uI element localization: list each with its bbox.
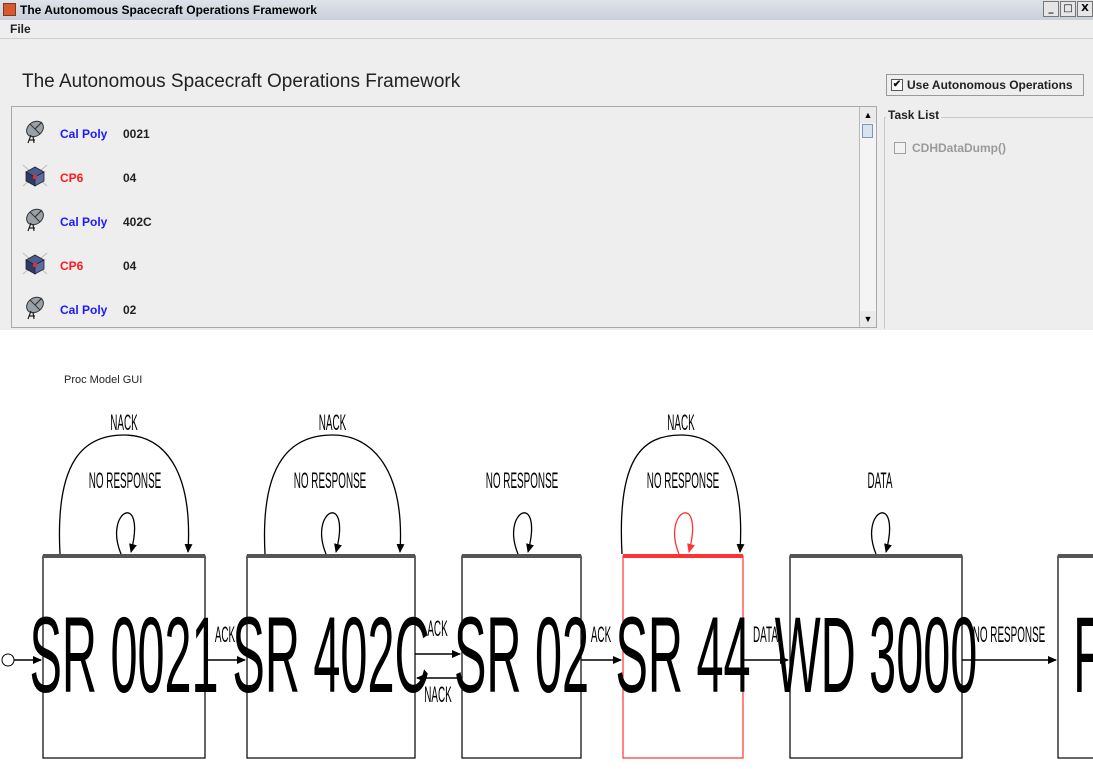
state-label: SR 402C [232, 594, 429, 715]
self-loop-arrow [513, 512, 534, 555]
state-label: WD 3000 [775, 594, 978, 715]
list-item[interactable]: Cal Poly 402C [12, 199, 858, 243]
autonomous-ops-label: Use Autonomous Operations [907, 78, 1073, 92]
self-loop-label: NACK [667, 411, 695, 436]
self-loop-label: DATA [868, 469, 893, 494]
close-button[interactable]: X [1077, 1, 1093, 17]
scroll-up-arrow-icon[interactable]: ▲ [860, 107, 876, 123]
task-item-label: CDHDataDump() [912, 141, 1006, 155]
initial-state [1, 653, 15, 667]
list-item-name: Cal Poly [60, 303, 108, 317]
window-title-bar[interactable]: The Autonomous Spacecraft Operations Fra… [0, 0, 1093, 21]
list-item-value: 02 [123, 303, 137, 317]
self-loop-label: NACK [319, 411, 347, 436]
transition-label: NACK [424, 683, 452, 708]
ground-station-icon [22, 294, 48, 320]
self-loop-arrow [674, 512, 695, 555]
minimize-button[interactable]: _ [1043, 1, 1059, 17]
list-item-name: CP6 [60, 171, 84, 185]
pass-list[interactable]: Cal Poly 0021 CP6 04 Cal Poly 402C CP6 04 Cal Po… [11, 106, 877, 328]
self-loop-label: NO RESPONSE [294, 469, 367, 494]
menu-bar: File [0, 20, 1093, 39]
page-title: The Autonomous Spacecraft Operations Fra… [22, 71, 461, 92]
list-item[interactable]: Cal Poly 0021 [12, 111, 858, 155]
self-loop-arrow [116, 512, 137, 555]
self-loop-label: NO RESPONSE [486, 469, 559, 494]
state-label: F [1073, 594, 1093, 715]
cubesat-icon [22, 162, 48, 188]
self-loop-label: NO RESPONSE [89, 469, 162, 494]
list-item[interactable]: CP6 04 [12, 155, 858, 199]
window-controls: _ □ X [1042, 1, 1093, 19]
self-loop-label: NO RESPONSE [647, 469, 720, 494]
top-panel: The Autonomous Spacecraft Operations Fra… [0, 39, 1093, 330]
ground-station-icon [22, 206, 48, 232]
maximize-button[interactable]: □ [1060, 1, 1076, 17]
list-item-value: 04 [123, 171, 137, 185]
transition-label: DATA [753, 623, 778, 648]
menu-file[interactable]: File [10, 22, 31, 36]
self-loop-arrow [263, 434, 405, 555]
ground-station-icon [22, 118, 48, 144]
scroll-down-arrow-icon[interactable]: ▼ [860, 311, 876, 327]
transition-label: ACK [427, 617, 448, 642]
scroll-thumb[interactable] [862, 124, 873, 138]
list-item[interactable]: Cal Poly 02 [12, 287, 858, 331]
state-label: SR 44 [615, 594, 750, 715]
task-list-title: Task List [886, 108, 942, 122]
list-item-name: CP6 [60, 259, 84, 273]
list-scrollbar[interactable]: ▲ ▼ [859, 107, 876, 327]
self-loop-arrow [58, 434, 193, 555]
self-loop-label: NACK [110, 411, 138, 436]
window-title: The Autonomous Spacecraft Operations Fra… [20, 3, 317, 17]
list-item-value: 0021 [123, 127, 150, 141]
self-loop-arrow [321, 512, 342, 555]
transition-label: NO RESPONSE [973, 623, 1046, 648]
task-item: CDHDataDump() [894, 141, 1006, 155]
list-item-value: 402C [123, 215, 152, 229]
list-item-value: 04 [123, 259, 137, 273]
self-loop-arrow [871, 512, 892, 555]
state-machine-diagram: SR 0021SR 402CSR 02SR 44WD 3000 F ACK ACK AC… [1, 411, 1093, 759]
transition-label: ACK [215, 623, 236, 648]
java-app-icon [3, 3, 16, 16]
list-item-name: Cal Poly [60, 215, 108, 229]
state-label: SR 02 [454, 594, 589, 715]
autonomous-ops-checkbox[interactable]: ✔ Use Autonomous Operations [886, 74, 1084, 96]
list-item-name: Cal Poly [60, 127, 108, 141]
checkbox-checked-icon[interactable]: ✔ [891, 79, 903, 91]
list-item[interactable]: CP6 04 [12, 243, 858, 287]
self-loop-arrow [620, 434, 745, 555]
task-checkbox [894, 142, 906, 154]
transition-label: ACK [591, 623, 612, 648]
state-label: SR 0021 [29, 594, 218, 715]
cubesat-icon [22, 250, 48, 276]
